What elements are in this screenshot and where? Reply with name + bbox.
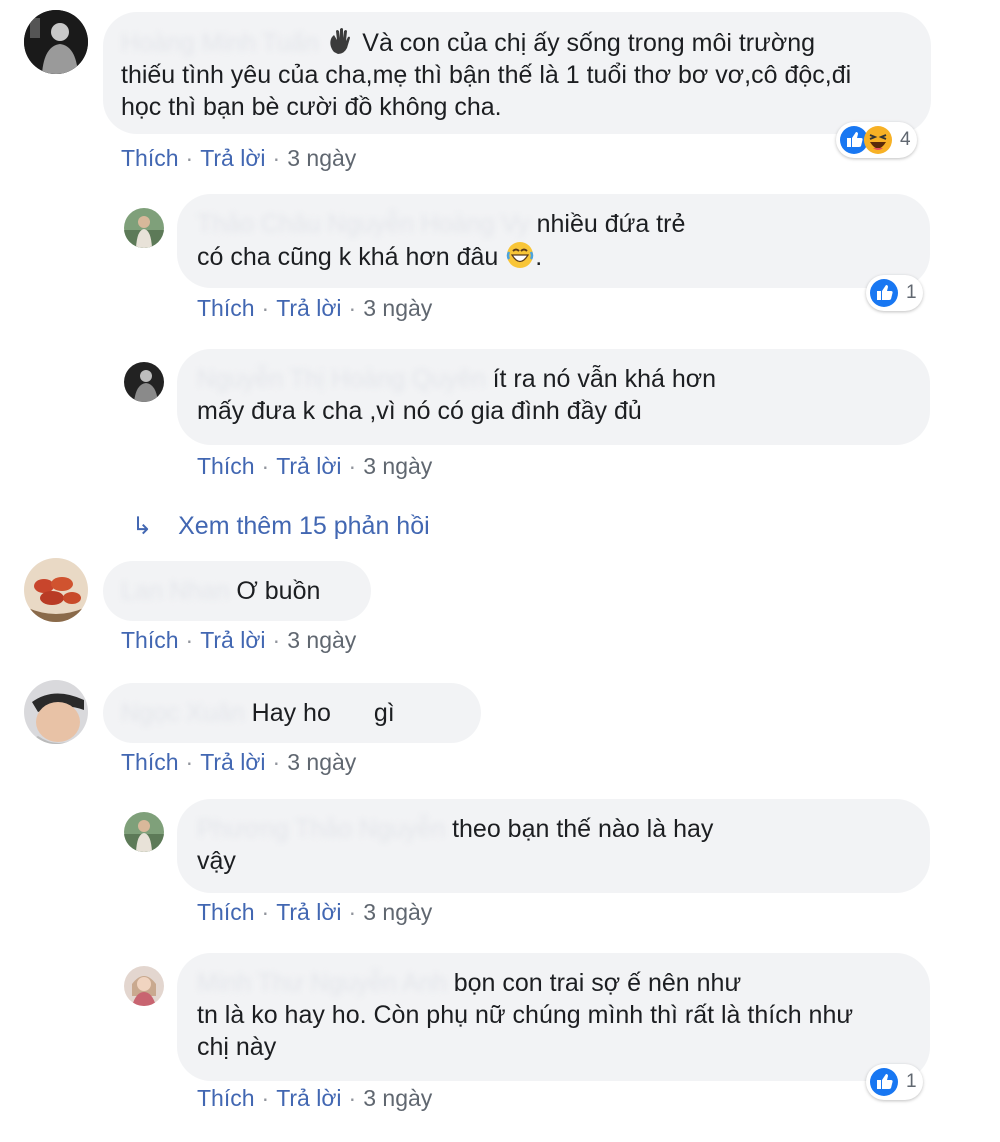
like-link[interactable]: Thích: [197, 295, 255, 321]
comment-text-line: có cha cũng k khá hơn đâu: [197, 243, 499, 271]
like-link[interactable]: Thích: [197, 1085, 255, 1111]
separator: ·: [185, 145, 194, 171]
timestamp[interactable]: 3 ngày: [287, 749, 356, 775]
timestamp[interactable]: 3 ngày: [363, 1085, 432, 1111]
reply-link[interactable]: Trả lời: [276, 899, 341, 925]
like-link[interactable]: Thích: [121, 145, 179, 171]
comment-bubble: Hoàng Minh Tuấn Và con của chị ấy sống t…: [103, 12, 931, 134]
separator: ·: [348, 453, 357, 479]
reaction-count: 1: [906, 282, 917, 303]
comment-actions: Thích · Trả lời · 3 ngày: [121, 749, 356, 776]
comment-actions: Thích · Trả lời · 3 ngày: [121, 627, 356, 654]
comment-actions: Thích · Trả lời · 3 ngày: [197, 295, 432, 322]
separator: ·: [348, 899, 357, 925]
separator: ·: [348, 1085, 357, 1111]
comment-text-line: gì: [373, 699, 395, 727]
separator: ·: [261, 453, 270, 479]
timestamp[interactable]: 3 ngày: [287, 145, 356, 171]
avatar[interactable]: [24, 558, 88, 622]
comment-text-line: bọn con trai sợ ế nên như: [453, 969, 742, 997]
view-more-replies-link[interactable]: ↳ Xem thêm 15 phản hồi: [132, 512, 430, 541]
comment-text-line: Và con của chị ấy sống trong môi trường: [362, 29, 816, 57]
comment-actions: Thích · Trả lời · 3 ngày: [197, 1085, 432, 1112]
reply-bubble: Minh Thư Nguyễn Anh bọn con trai sợ ế nê…: [177, 953, 930, 1081]
comment-text-line: tn là ko hay ho. Còn phụ nữ chúng mình t…: [197, 1001, 854, 1029]
author-name[interactable]: Ngọc Xuân: [121, 699, 245, 727]
comment-actions: Thích · Trả lời · 3 ngày: [197, 453, 432, 480]
reply-link[interactable]: Trả lời: [276, 1085, 341, 1111]
comment-text-line: vậy: [197, 847, 236, 875]
comment-text-line: theo bạn thế nào là hay: [452, 815, 714, 843]
separator: ·: [272, 145, 281, 171]
reply-link[interactable]: Trả lời: [200, 145, 265, 171]
wave-hand-icon: [325, 26, 355, 56]
comment-text-line: học thì bạn bè cười đồ không cha.: [121, 93, 502, 121]
author-name[interactable]: Nguyễn Thị Hoàng Quyên: [197, 365, 486, 393]
comment-text-line: .: [535, 243, 543, 271]
reply-bubble: Phương Thảo Nguyễn theo bạn thế nào là h…: [177, 799, 930, 893]
separator: ·: [261, 1085, 270, 1111]
laughing-icon: [505, 240, 535, 270]
separator: ·: [261, 899, 270, 925]
avatar[interactable]: [124, 362, 164, 402]
comment-text-line: Ơ buồn: [236, 577, 321, 605]
avatar[interactable]: [124, 208, 164, 248]
comment-bubble: Lan Nhan Ơ buồn: [103, 561, 371, 621]
timestamp[interactable]: 3 ngày: [363, 453, 432, 479]
comment-text-line: mấy đưa k cha ,vì nó có gia đình đầy đủ: [197, 397, 642, 425]
comment-text-line: nhiều đứa trẻ: [536, 210, 686, 238]
like-link[interactable]: Thích: [121, 627, 179, 653]
like-link[interactable]: Thích: [197, 899, 255, 925]
timestamp[interactable]: 3 ngày: [363, 899, 432, 925]
reply-link[interactable]: Trả lời: [276, 295, 341, 321]
view-more-label: Xem thêm 15 phản hồi: [178, 512, 430, 540]
comment-text-line: ít ra nó vẫn khá hơn: [492, 365, 717, 393]
separator: ·: [272, 627, 281, 653]
reaction-count: 4: [900, 129, 911, 150]
separator: ·: [185, 627, 194, 653]
comment-actions: Thích · Trả lời · 3 ngày: [121, 145, 356, 172]
reply-link[interactable]: Trả lời: [200, 749, 265, 775]
like-link[interactable]: Thích: [197, 453, 255, 479]
comment-text-line: thiếu tình yêu của cha,mẹ thì bận thế là…: [121, 61, 852, 89]
author-name[interactable]: Lan Nhan: [121, 577, 229, 605]
timestamp[interactable]: 3 ngày: [363, 295, 432, 321]
separator: ·: [185, 749, 194, 775]
like-icon: [869, 1067, 899, 1097]
separator: ·: [272, 749, 281, 775]
comment-bubble: Ngọc Xuân Hay ho gì: [103, 683, 481, 743]
reply-bubble: Thảo Châu Nguyễn Hoàng Vy nhiều đứa trẻ …: [177, 194, 930, 288]
reaction-summary[interactable]: 4: [836, 122, 917, 158]
author-name[interactable]: Phương Thảo Nguyễn: [197, 815, 445, 843]
comment-text-line: Hay ho: [251, 699, 331, 727]
separator: ·: [261, 295, 270, 321]
timestamp[interactable]: 3 ngày: [287, 627, 356, 653]
avatar[interactable]: [24, 10, 88, 74]
separator: ·: [348, 295, 357, 321]
haha-icon: [863, 125, 893, 155]
author-name[interactable]: Minh Thư Nguyễn Anh: [197, 969, 447, 997]
avatar[interactable]: [124, 966, 164, 1006]
like-icon: [869, 278, 899, 308]
comment-actions: Thích · Trả lời · 3 ngày: [197, 899, 432, 926]
author-name[interactable]: Hoàng Minh Tuấn: [121, 29, 318, 57]
author-name[interactable]: Thảo Châu Nguyễn Hoàng Vy: [197, 210, 530, 238]
reaction-count: 1: [906, 1071, 917, 1092]
like-link[interactable]: Thích: [121, 749, 179, 775]
reply-bubble: Nguyễn Thị Hoàng Quyên ít ra nó vẫn khá …: [177, 349, 930, 445]
reply-link[interactable]: Trả lời: [200, 627, 265, 653]
avatar[interactable]: [124, 812, 164, 852]
avatar[interactable]: [24, 680, 88, 744]
reply-link[interactable]: Trả lời: [276, 453, 341, 479]
comment-text-line: chị này: [197, 1033, 277, 1061]
reply-arrow-icon: ↳: [132, 513, 153, 540]
reaction-summary[interactable]: 1: [866, 1064, 923, 1100]
reaction-summary[interactable]: 1: [866, 275, 923, 311]
